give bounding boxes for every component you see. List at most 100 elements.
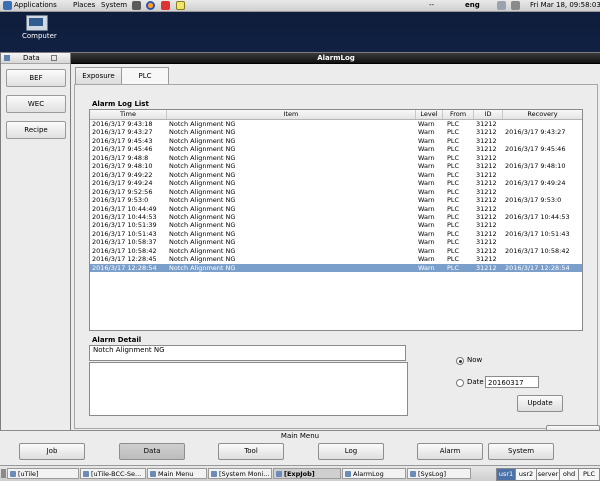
workspace-ohd[interactable]: ohd [559,468,579,481]
date-input[interactable]: 20160317 [485,376,539,388]
table-row[interactable]: 2016/3/17 9:52:56 Notch Alignment NG Warn P… [90,188,582,196]
task-utile[interactable]: [uTile] [7,468,79,479]
cell-recovery: 2016/3/17 9:53:0 [505,196,562,205]
cell-item: Notch Alignment NG [169,263,236,272]
column-header-id[interactable]: ID [474,110,503,119]
cell-time: 2016/3/17 9:49:24 [92,179,153,188]
task-alarmlog[interactable]: AlarmLog [342,468,406,479]
table-row[interactable]: 2016/3/17 10:58:37 Notch Alignment NG Warn… [90,238,582,246]
cell-id: 31212 [476,179,497,188]
show-desktop-icon[interactable] [1,469,6,478]
column-header-level[interactable]: Level [416,110,443,119]
cell-recovery: 2016/3/17 9:43:27 [505,128,566,137]
menu-places[interactable]: Places [73,0,95,11]
wec-button[interactable]: WEC [6,95,66,113]
cell-item: Notch Alignment NG [169,120,236,128]
alarm-log-table[interactable]: Time Item Level From ID Recovery 2016/3/… [89,109,583,331]
table-row[interactable]: 2016/3/17 9:45:46 Notch Alignment NG Warn P… [90,145,582,153]
task-main-menu[interactable]: Main Menu [147,468,207,479]
cell-time: 2016/3/17 10:44:53 [92,212,157,221]
table-row[interactable]: 2016/3/17 12:28:45 Notch Alignment NG Warn… [90,255,582,263]
network-indicator-icon[interactable]: -- [429,0,434,11]
cell-level: Warn [418,170,435,179]
column-header-time[interactable]: Time [90,110,167,119]
table-row[interactable]: 2016/3/17 10:51:39 Notch Alignment NG Warn… [90,221,582,229]
cell-item: Notch Alignment NG [169,145,236,154]
table-row[interactable]: 2016/3/17 9:49:24 Notch Alignment NG Warn P… [90,179,582,187]
desktop-icon-computer[interactable]: Computer [22,15,57,40]
table-row[interactable]: 2016/3/17 12:28:54 Notch Alignment NG Warn… [90,263,582,273]
table-row[interactable]: 2016/3/17 10:44:49 Notch Alignment NG Warn… [90,205,582,213]
notes-icon[interactable] [176,1,185,10]
network-icon[interactable] [497,1,506,10]
table-row[interactable]: 2016/3/17 9:53:0 Notch Alignment NG Warn PL… [90,196,582,204]
table-row[interactable]: 2016/3/17 10:58:42 Notch Alignment NG Warn… [90,247,582,255]
mail-icon[interactable] [161,1,170,10]
column-header-from[interactable]: From [443,110,474,119]
table-row[interactable]: 2016/3/17 10:51:43 Notch Alignment NG Warn… [90,230,582,238]
task-utile-bcc[interactable]: [uTile-BCC-Se... [80,468,146,479]
radio-now[interactable] [456,357,464,365]
cell-level: Warn [418,179,435,188]
table-row[interactable]: 2016/3/17 9:48:8 Notch Alignment NG Warn PL… [90,154,582,162]
radio-date-label: Date [467,378,484,386]
top-panel: Applications Places System -- eng Fri Ma… [0,0,600,12]
keyboard-layout[interactable]: eng [465,0,480,11]
cell-id: 31212 [476,145,497,154]
volume-icon[interactable] [511,1,520,10]
workspace-server[interactable]: server [536,468,560,481]
cell-level: Warn [418,263,435,272]
clock[interactable]: Fri Mar 18, 09:58:03 [530,0,600,11]
workspace-plc[interactable]: PLC [578,468,600,481]
alarm-log-list-title: Alarm Log List [92,100,149,108]
cell-level: Warn [418,212,435,221]
data-button[interactable]: Data [119,443,185,460]
log-button[interactable]: Log [318,443,384,460]
bef-button[interactable]: BEF [6,69,66,87]
radio-date[interactable] [456,379,464,387]
tab-exposure[interactable]: Exposure [75,67,122,85]
table-row[interactable]: 2016/3/17 9:48:10 Notch Alignment NG Warn P… [90,162,582,170]
column-header-item[interactable]: Item [167,110,416,119]
task-label: AlarmLog [353,470,384,478]
window-menu-icon[interactable] [4,55,10,61]
cell-item: Notch Alignment NG [169,128,236,137]
cell-level: Warn [418,153,435,162]
alarmlog-titlebar[interactable]: AlarmLog [71,53,600,64]
gnome-foot-icon[interactable] [3,1,12,10]
table-row[interactable]: 2016/3/17 10:44:53 Notch Alignment NG Warn… [90,213,582,221]
column-header-recovery[interactable]: Recovery [503,110,582,119]
update-button[interactable]: Update [517,395,563,412]
task-label: [ExpJob] [284,470,315,478]
cell-from: PLC [447,162,460,171]
menu-system[interactable]: System [101,0,127,11]
cell-from: PLC [447,204,460,213]
workspace-usr1[interactable]: usr1 [496,468,516,481]
table-row[interactable]: 2016/3/17 9:43:18 Notch Alignment NG Warn P… [90,120,582,128]
menu-applications[interactable]: Applications [14,0,57,11]
task-system-monitor[interactable]: [System Moni... [208,468,272,479]
table-row[interactable]: 2016/3/17 9:45:43 Notch Alignment NG Warn P… [90,137,582,145]
tab-plc[interactable]: PLC [121,67,169,85]
tool-button[interactable]: Tool [218,443,284,460]
alarm-detail-text[interactable]: Notch Alignment NG [89,345,406,361]
firefox-icon[interactable] [146,1,155,10]
alarm-button[interactable]: Alarm [417,443,483,460]
cell-from: PLC [447,263,460,272]
workspace-usr2[interactable]: usr2 [515,468,537,481]
task-syslog[interactable]: [SysLog] [407,468,471,479]
table-row[interactable]: 2016/3/17 9:43:27 Notch Alignment NG Warn P… [90,128,582,136]
table-row[interactable]: 2016/3/17 9:49:22 Notch Alignment NG Warn P… [90,171,582,179]
minimize-icon[interactable] [51,55,57,61]
cell-from: PLC [447,170,460,179]
cell-item: Notch Alignment NG [169,196,236,205]
recipe-button[interactable]: Recipe [6,121,66,139]
job-button[interactable]: Job [19,443,85,460]
system-button[interactable]: System [488,443,554,460]
data-window-titlebar[interactable]: Data [1,53,70,64]
task-expjob[interactable]: [ExpJob] [273,468,341,479]
terminal-icon[interactable] [132,1,141,10]
window-icon [211,471,217,477]
alarm-detail-area[interactable] [89,362,408,416]
main-menu-window: Main Menu Job Data Tool Log Alarm System [0,430,600,465]
